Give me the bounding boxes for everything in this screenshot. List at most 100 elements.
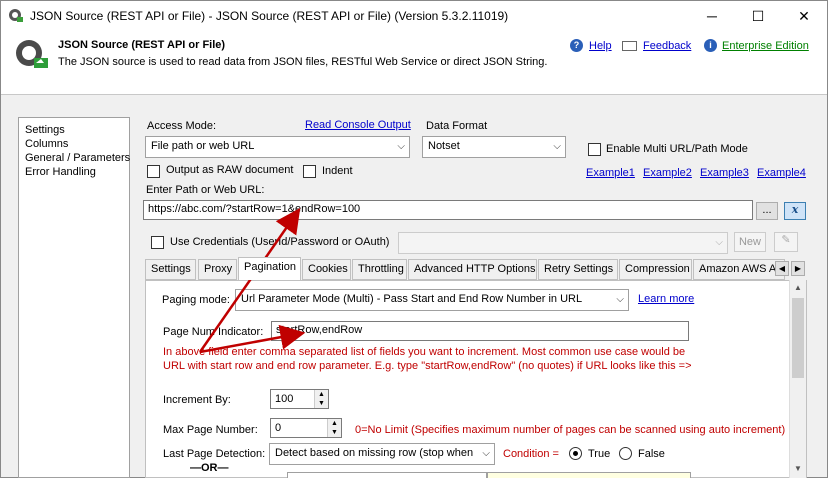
panel-scrollbar[interactable]: ▲ ▼ [789,280,806,478]
or-separator: —OR— [190,462,229,474]
last-page-detection-label: Last Page Detection: [163,448,266,460]
enable-multi-url-label: Enable Multi URL/Path Mode [606,143,748,155]
edit-icon: ✎ [781,234,791,246]
sidebar-item-general-parameters[interactable]: General / Parameters [25,152,130,164]
last-page-detection-select[interactable]: Detect based on missing row (stop when ⌵ [269,443,495,465]
help-text-line2: URL with start row and end row parameter… [163,360,692,372]
new-connection-button[interactable]: New [734,232,766,252]
chevron-down-icon: ⌵ [482,448,490,459]
condition-false-radio[interactable] [619,447,632,460]
tab-scroll-left-button[interactable]: ◀ [775,261,789,276]
close-button[interactable]: ✕ [781,1,827,31]
help-link[interactable]: Help [589,40,612,52]
next-field-partial-yellow[interactable] [487,472,691,478]
minimize-button[interactable]: ─ [689,1,735,31]
arrow-up-icon: ▲ [315,390,328,399]
max-page-number-input[interactable]: 0 ▲ ▼ [270,418,342,438]
help-icon: ? [570,39,583,52]
component-description: The JSON source is used to read data fro… [58,56,548,68]
scroll-up-icon: ▲ [794,283,802,292]
browse-button[interactable]: ... [756,202,778,220]
data-format-value: Notset [428,140,460,152]
paging-mode-label: Paging mode: [162,294,230,306]
tab-proxy[interactable]: Proxy [198,259,237,280]
component-title: JSON Source (REST API or File) [58,39,226,51]
condition-false-label: False [638,448,665,460]
access-mode-label: Access Mode: [147,120,217,132]
data-format-label: Data Format [426,120,488,132]
condition-label: Condition = [503,448,559,460]
tab-cookies[interactable]: Cookies [302,259,351,280]
sidebar-item-columns[interactable]: Columns [25,138,68,150]
learn-more-link[interactable]: Learn more [638,293,694,305]
path-label: Enter Path or Web URL: [146,184,265,196]
example4-link[interactable]: Example4 [757,167,806,179]
sidebar-item-settings[interactable]: Settings [25,124,65,136]
page-num-indicator-label: Page Num Indicator: [163,326,264,338]
enterprise-link[interactable]: Enterprise Edition [722,40,809,52]
max-page-number-value: 0 [275,422,282,434]
tab-settings[interactable]: Settings [145,259,196,280]
max-page-note: 0=No Limit (Specifies maximum number of … [355,424,786,436]
indent-checkbox[interactable] [303,165,316,178]
output-raw-label: Output as RAW document [166,164,294,176]
expression-icon: x [791,203,799,216]
edit-connection-button[interactable]: ✎ [774,232,798,252]
mail-icon [622,41,637,51]
app-icon [8,8,23,22]
max-page-spinner[interactable]: ▲ ▼ [327,419,341,437]
chevron-down-icon: ⌵ [397,141,405,152]
paging-mode-value: Url Parameter Mode (Multi) - Pass Start … [241,293,583,305]
access-mode-select[interactable]: File path or web URL ⌵ [145,136,410,158]
maximize-button[interactable]: ☐ [735,1,781,31]
path-input[interactable]: https://abc.com/?startRow=1&endRow=100 [143,200,753,220]
tab-advanced-http-options[interactable]: Advanced HTTP Options [408,259,537,280]
scroll-down-icon: ▼ [794,464,802,473]
use-credentials-checkbox[interactable] [151,236,164,249]
window-title: JSON Source (REST API or File) - JSON So… [30,9,509,23]
arrow-right-icon: ▶ [794,264,802,273]
read-console-output-link[interactable]: Read Console Output [305,119,411,131]
page-num-indicator-input[interactable]: startRow,endRow [271,321,689,341]
tab-retry-settings[interactable]: Retry Settings [538,259,618,280]
max-page-number-label: Max Page Number: [163,424,258,436]
example2-link[interactable]: Example2 [643,167,692,179]
chevron-down-icon: ⌵ [616,294,624,305]
help-text-line1: In above field enter comma separated lis… [163,346,686,358]
arrow-left-icon: ◀ [778,264,786,273]
output-raw-checkbox[interactable] [147,165,160,178]
condition-true-radio[interactable] [569,447,582,460]
arrow-down-icon: ▼ [328,428,341,437]
tab-throttling[interactable]: Throttling [352,259,407,280]
increment-by-value: 100 [275,393,294,405]
connection-select[interactable]: ⌵ [398,232,728,254]
tab-scroll-right-button[interactable]: ▶ [791,261,805,276]
arrow-up-icon: ▲ [328,419,341,428]
tab-compression[interactable]: Compression [619,259,692,280]
tab-pagination[interactable]: Pagination [238,257,301,280]
example3-link[interactable]: Example3 [700,167,749,179]
condition-true-label: True [588,448,611,460]
component-logo-icon [14,38,50,74]
scroll-thumb[interactable] [792,298,804,378]
info-icon: i [704,39,717,52]
access-mode-value: File path or web URL [151,140,255,152]
increment-spinner[interactable]: ▲ ▼ [314,390,328,408]
tab-amazon-aws[interactable]: Amazon AWS A [693,259,785,280]
use-credentials-label: Use Credentials (UserId/Password or OAut… [170,236,390,248]
feedback-link[interactable]: Feedback [643,40,691,52]
increment-by-input[interactable]: 100 ▲ ▼ [270,389,329,409]
sidebar: Settings Columns General / Parameters Er… [18,117,130,478]
expression-button[interactable]: x [784,202,806,220]
last-page-detection-value: Detect based on missing row (stop when [275,447,474,459]
paging-mode-select[interactable]: Url Parameter Mode (Multi) - Pass Start … [235,289,629,311]
next-field-partial[interactable] [287,472,487,478]
data-format-select[interactable]: Notset ⌵ [422,136,566,158]
chevron-down-icon: ⌵ [715,237,723,248]
increment-by-label: Increment By: [163,394,231,406]
arrow-down-icon: ▼ [315,399,328,408]
sidebar-item-error-handling[interactable]: Error Handling [25,166,96,178]
enable-multi-url-checkbox[interactable] [588,143,601,156]
chevron-down-icon: ⌵ [553,141,561,152]
example1-link[interactable]: Example1 [586,167,635,179]
